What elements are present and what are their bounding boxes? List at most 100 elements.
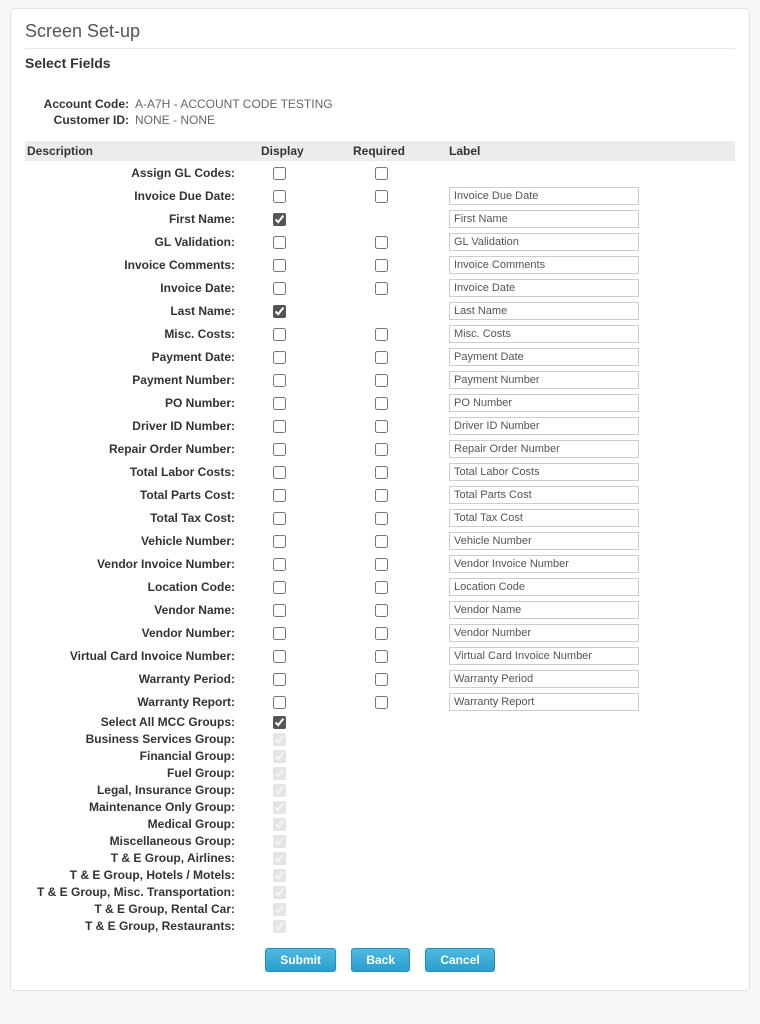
label-input[interactable] [449,647,639,665]
label-input[interactable] [449,187,639,205]
display-checkbox[interactable] [273,420,286,433]
display-checkbox[interactable] [273,466,286,479]
required-checkbox[interactable] [375,673,388,686]
required-checkbox[interactable] [375,328,388,341]
required-checkbox[interactable] [375,443,388,456]
field-desc: Payment Date: [25,350,243,364]
field-desc: Total Labor Costs: [25,465,243,479]
group-row: T & E Group, Rental Car: [25,900,735,917]
label-input[interactable] [449,371,639,389]
label-input[interactable] [449,486,639,504]
required-checkbox[interactable] [375,190,388,203]
field-row: Invoice Comments: [25,253,735,276]
display-checkbox[interactable] [273,282,286,295]
label-input[interactable] [449,348,639,366]
submit-button[interactable]: Submit [265,948,336,972]
display-checkbox[interactable] [273,397,286,410]
group-row: T & E Group, Misc. Transportation: [25,883,735,900]
required-checkbox[interactable] [375,351,388,364]
group-desc: Miscellaneous Group: [25,834,243,848]
label-input[interactable] [449,555,639,573]
cancel-button[interactable]: Cancel [425,948,494,972]
group-checkbox [273,886,286,899]
label-input[interactable] [449,210,639,228]
group-display-cell [243,816,343,830]
display-cell [243,648,343,662]
required-checkbox[interactable] [375,282,388,295]
display-checkbox[interactable] [273,604,286,617]
display-checkbox[interactable] [273,489,286,502]
label-input[interactable] [449,693,639,711]
required-checkbox[interactable] [375,650,388,663]
display-checkbox[interactable] [273,236,286,249]
group-display-cell [243,731,343,745]
display-checkbox[interactable] [273,374,286,387]
label-input[interactable] [449,256,639,274]
group-checkbox[interactable] [273,716,286,729]
display-checkbox[interactable] [273,328,286,341]
group-checkbox [273,750,286,763]
required-checkbox[interactable] [375,489,388,502]
display-checkbox[interactable] [273,673,286,686]
label-input[interactable] [449,601,639,619]
required-cell [343,280,447,294]
required-checkbox[interactable] [375,374,388,387]
group-desc: T & E Group, Restaurants: [25,919,243,933]
display-checkbox[interactable] [273,259,286,272]
field-row: Virtual Card Invoice Number: [25,644,735,667]
display-checkbox[interactable] [273,167,286,180]
group-checkbox [273,733,286,746]
required-checkbox[interactable] [375,535,388,548]
display-checkbox[interactable] [273,558,286,571]
required-checkbox[interactable] [375,627,388,640]
label-input[interactable] [449,279,639,297]
group-display-cell [243,918,343,932]
display-cell [243,395,343,409]
label-input[interactable] [449,417,639,435]
divider [25,48,735,49]
field-row: Location Code: [25,575,735,598]
label-input[interactable] [449,394,639,412]
required-checkbox[interactable] [375,604,388,617]
display-checkbox[interactable] [273,535,286,548]
display-cell [243,188,343,202]
required-checkbox[interactable] [375,259,388,272]
display-checkbox[interactable] [273,213,286,226]
label-input[interactable] [449,624,639,642]
required-checkbox[interactable] [375,512,388,525]
label-input[interactable] [449,325,639,343]
display-checkbox[interactable] [273,696,286,709]
display-cell [243,579,343,593]
required-checkbox[interactable] [375,236,388,249]
display-checkbox[interactable] [273,650,286,663]
display-checkbox[interactable] [273,581,286,594]
back-button[interactable]: Back [351,948,410,972]
label-input[interactable] [449,440,639,458]
required-checkbox[interactable] [375,397,388,410]
label-input[interactable] [449,532,639,550]
field-row: Driver ID Number: [25,414,735,437]
group-desc: Legal, Insurance Group: [25,783,243,797]
required-checkbox[interactable] [375,558,388,571]
required-checkbox[interactable] [375,420,388,433]
field-desc: Payment Number: [25,373,243,387]
required-checkbox[interactable] [375,696,388,709]
label-input[interactable] [449,233,639,251]
label-input[interactable] [449,578,639,596]
label-input[interactable] [449,302,639,320]
required-cell [343,418,447,432]
display-cell [243,694,343,708]
display-checkbox[interactable] [273,190,286,203]
label-input[interactable] [449,509,639,527]
display-checkbox[interactable] [273,627,286,640]
display-checkbox[interactable] [273,351,286,364]
section-title: Select Fields [25,55,735,71]
display-checkbox[interactable] [273,305,286,318]
label-input[interactable] [449,463,639,481]
required-checkbox[interactable] [375,581,388,594]
required-checkbox[interactable] [375,466,388,479]
label-input[interactable] [449,670,639,688]
required-checkbox[interactable] [375,167,388,180]
display-checkbox[interactable] [273,512,286,525]
display-checkbox[interactable] [273,443,286,456]
